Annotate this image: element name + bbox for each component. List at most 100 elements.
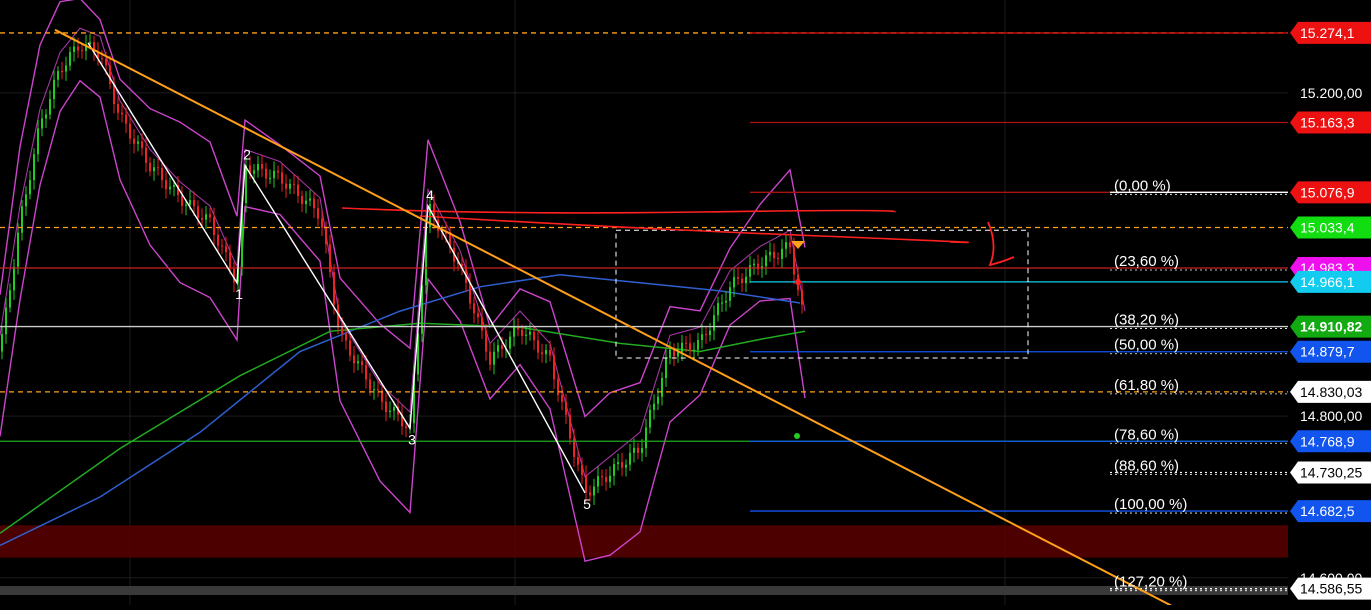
candle-body <box>513 327 515 336</box>
price-label-text: 15.163,3 <box>1300 114 1355 130</box>
wave-label-3: 3 <box>408 431 416 447</box>
candle-body <box>669 350 671 358</box>
price-label: 14.879,7 <box>1290 341 1371 363</box>
candle-body <box>733 277 735 287</box>
candle-body <box>569 415 571 438</box>
candle-body <box>189 200 191 205</box>
candle-body <box>545 350 547 354</box>
candle-body <box>597 476 599 486</box>
price-label-text: 15.033,4 <box>1300 219 1355 235</box>
candle-body <box>317 208 319 218</box>
wave-label-2: 2 <box>243 147 251 163</box>
candle-body <box>521 330 523 336</box>
candle-body <box>661 378 663 397</box>
candle-body <box>765 255 767 266</box>
fib-label: (50,00 %) <box>1114 337 1179 354</box>
candle-body <box>41 118 43 128</box>
candle-body <box>753 264 755 265</box>
candle-body <box>553 355 555 379</box>
candle-body <box>49 99 51 114</box>
candle-body <box>21 206 23 232</box>
candle-body <box>705 334 707 335</box>
candle-body <box>385 402 387 412</box>
price-label-text: 14.879,7 <box>1300 344 1355 360</box>
wave-label-1: 1 <box>235 286 243 302</box>
candle-body <box>293 184 295 185</box>
candle-body <box>741 279 743 283</box>
price-label-text: 14.910,82 <box>1300 319 1362 335</box>
candle-body <box>581 465 583 475</box>
candle-body <box>537 340 539 352</box>
candle-body <box>5 308 7 335</box>
candle-body <box>637 448 639 453</box>
candle-body <box>221 246 223 247</box>
candle-body <box>801 290 803 305</box>
green-marker <box>794 433 800 439</box>
candle-body <box>209 214 211 217</box>
candle-body <box>361 361 363 365</box>
candle-body <box>69 52 71 66</box>
candle-body <box>53 80 55 99</box>
candle-body <box>629 453 631 465</box>
candle-body <box>133 139 135 144</box>
candle-body <box>105 59 107 66</box>
plot-background <box>0 0 1288 605</box>
price-label-text: 14.768,9 <box>1300 433 1355 449</box>
candle-body <box>497 345 499 352</box>
candle-body <box>617 462 619 464</box>
candle-body <box>1 334 3 351</box>
chart-canvas[interactable]: 12345(0,00 %)(23,60 %)(38,20 %)(50,00 %)… <box>0 0 1371 605</box>
candle-body <box>737 277 739 278</box>
candle-body <box>277 171 279 173</box>
candle-body <box>121 113 123 115</box>
price-label-text: 15.274,1 <box>1300 25 1355 41</box>
candle-body <box>685 343 687 344</box>
support-zone <box>0 525 1288 557</box>
wave-label-5: 5 <box>583 496 591 512</box>
candle-body <box>709 331 711 335</box>
candle-body <box>169 187 171 190</box>
price-label-text: 15.200,00 <box>1300 85 1362 101</box>
candle-body <box>201 218 203 220</box>
candle-body <box>729 287 731 301</box>
candle-body <box>181 195 183 206</box>
candle-body <box>101 58 103 59</box>
fib-label: (127,20 %) <box>1114 574 1187 591</box>
candle-body <box>281 172 283 183</box>
candle-body <box>145 148 147 163</box>
candle-body <box>173 185 175 187</box>
candle-body <box>81 50 83 51</box>
candle-body <box>9 290 11 307</box>
candle-body <box>285 184 287 189</box>
candle-body <box>37 128 39 154</box>
candle-body <box>305 201 307 204</box>
fib-label: (0,00 %) <box>1114 177 1171 194</box>
price-label: 14.768,9 <box>1290 430 1371 452</box>
candle-body <box>213 217 215 235</box>
candle-body <box>193 200 195 206</box>
fib-label: (100,00 %) <box>1114 496 1187 513</box>
price-label: 15.200,00 <box>1300 85 1362 101</box>
candle-body <box>541 353 543 355</box>
candle-body <box>393 407 395 411</box>
candle-body <box>621 462 623 467</box>
price-label: 14.586,55 <box>1290 578 1371 600</box>
price-label: 15.163,3 <box>1290 111 1371 133</box>
candle-body <box>785 242 787 248</box>
candle-body <box>117 104 119 113</box>
candle-body <box>561 395 563 402</box>
candle-body <box>153 167 155 171</box>
candle-body <box>577 457 579 465</box>
candle-body <box>633 448 635 453</box>
candle-body <box>609 476 611 482</box>
trading-chart[interactable]: 12345(0,00 %)(23,60 %)(38,20 %)(50,00 %)… <box>0 0 1371 605</box>
candle-body <box>109 65 111 83</box>
candle-body <box>677 352 679 356</box>
candle-body <box>61 71 63 72</box>
candle-body <box>781 249 783 259</box>
candle-body <box>365 365 367 379</box>
candle-body <box>321 219 323 228</box>
candle-body <box>345 334 347 341</box>
candle-body <box>57 71 59 80</box>
candle-body <box>353 356 355 364</box>
